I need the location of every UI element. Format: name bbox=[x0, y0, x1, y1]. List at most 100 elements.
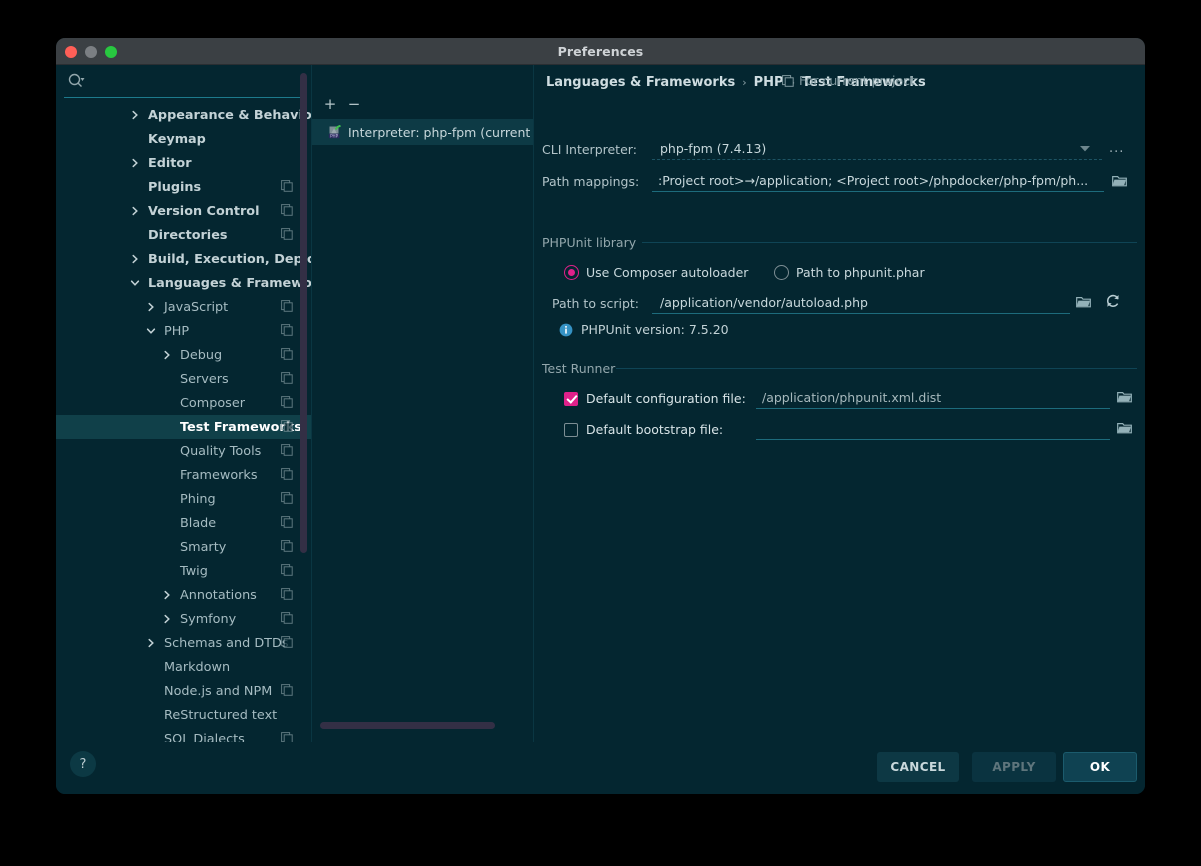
path-to-phar-radio[interactable] bbox=[774, 265, 789, 280]
cli-interpreter-more-button[interactable]: ... bbox=[1109, 141, 1124, 156]
default-bootstrap-file-option[interactable]: Default bootstrap file: bbox=[564, 422, 723, 437]
sidebar-item-javascript[interactable]: JavaScript bbox=[56, 295, 311, 319]
sidebar-item-label: Schemas and DTDs bbox=[164, 635, 289, 651]
sidebar-item-php[interactable]: PHP bbox=[56, 319, 311, 343]
copy-icon bbox=[281, 492, 293, 504]
sidebar-item-smarty[interactable]: Smarty bbox=[56, 535, 311, 559]
interpreter-list-item[interactable]: PHP Interpreter: php-fpm (current p bbox=[312, 119, 533, 145]
default-bootstrap-file-checkbox[interactable] bbox=[564, 422, 578, 437]
chevron-right-icon[interactable] bbox=[130, 206, 142, 216]
chevron-right-icon[interactable] bbox=[130, 254, 142, 264]
ok-button[interactable]: OK bbox=[1063, 752, 1137, 782]
add-interpreter-button[interactable]: + bbox=[320, 94, 340, 114]
sidebar-item-schemas-and-dtds[interactable]: Schemas and DTDs bbox=[56, 631, 311, 655]
sidebar-vertical-scrollbar[interactable] bbox=[300, 73, 307, 553]
sidebar-item-frameworks[interactable]: Frameworks bbox=[56, 463, 311, 487]
sidebar-item-phing[interactable]: Phing bbox=[56, 487, 311, 511]
copy-icon bbox=[281, 348, 293, 360]
sidebar-item-appearance-behavior[interactable]: Appearance & Behavior bbox=[56, 103, 311, 127]
chevron-down-icon[interactable] bbox=[130, 278, 142, 288]
cli-interpreter-label-wrap: CLI Interpreter: bbox=[542, 142, 637, 157]
search-row bbox=[64, 65, 303, 98]
sidebar-item-markdown[interactable]: Markdown bbox=[56, 655, 311, 679]
sidebar-item-editor[interactable]: Editor bbox=[56, 151, 311, 175]
copy-icon bbox=[281, 684, 293, 696]
sidebar-item-directories[interactable]: Directories bbox=[56, 223, 311, 247]
info-icon bbox=[559, 323, 573, 337]
interpreter-list-panel: + − PHP Interpreter: php-fpm (current p bbox=[312, 65, 534, 742]
breadcrumb-item[interactable]: Languages & Frameworks bbox=[546, 75, 735, 90]
interpreter-toolbar: + − bbox=[312, 93, 533, 115]
sidebar-item-build-execution-deployment[interactable]: Build, Execution, Deployment bbox=[56, 247, 311, 271]
sidebar-item-label: Twig bbox=[180, 563, 208, 579]
default-configuration-file-checkbox[interactable] bbox=[564, 391, 578, 406]
sidebar-item-label: Directories bbox=[148, 227, 228, 243]
default-configuration-file-option[interactable]: Default configuration file: bbox=[564, 391, 746, 406]
default-configuration-folder-icon[interactable] bbox=[1117, 390, 1132, 403]
test-runner-group-label: Test Runner bbox=[542, 361, 616, 376]
chevron-down-icon[interactable] bbox=[1079, 145, 1091, 153]
chevron-down-icon[interactable] bbox=[146, 326, 158, 336]
help-button[interactable]: ? bbox=[70, 751, 96, 777]
sidebar-item-test-frameworks[interactable]: Test Frameworks bbox=[56, 415, 311, 439]
chevron-right-icon[interactable] bbox=[130, 110, 142, 120]
default-configuration-file-value: /application/phpunit.xml.dist bbox=[762, 389, 942, 405]
copy-icon bbox=[281, 372, 293, 384]
sidebar-item-label: Keymap bbox=[148, 131, 206, 147]
remove-interpreter-button[interactable]: − bbox=[344, 94, 364, 114]
path-mappings-folder-icon[interactable] bbox=[1112, 174, 1127, 187]
copy-icon bbox=[782, 74, 794, 87]
sidebar-item-label: Smarty bbox=[180, 539, 227, 555]
interpreter-list: PHP Interpreter: php-fpm (current p bbox=[312, 119, 533, 720]
breadcrumb-separator: › bbox=[742, 75, 747, 89]
use-composer-autoloader-option[interactable]: Use Composer autoloader bbox=[564, 265, 748, 280]
sidebar-item-annotations[interactable]: Annotations bbox=[56, 583, 311, 607]
chevron-right-icon[interactable] bbox=[130, 158, 142, 168]
interpreter-horizontal-scrollbar[interactable] bbox=[320, 722, 495, 729]
chevron-right-icon[interactable] bbox=[146, 302, 158, 312]
chevron-right-icon[interactable] bbox=[162, 614, 174, 624]
default-configuration-file-field[interactable]: /application/phpunit.xml.dist bbox=[756, 386, 1110, 409]
default-bootstrap-folder-icon[interactable] bbox=[1117, 421, 1132, 434]
path-to-phar-option[interactable]: Path to phpunit.phar bbox=[774, 265, 925, 280]
sidebar-item-quality-tools[interactable]: Quality Tools bbox=[56, 439, 311, 463]
cancel-button[interactable]: CANCEL bbox=[877, 752, 959, 782]
refresh-icon[interactable] bbox=[1105, 293, 1121, 309]
copy-icon bbox=[281, 396, 293, 408]
sidebar-item-servers[interactable]: Servers bbox=[56, 367, 311, 391]
phpunit-library-group-label: PHPUnit library bbox=[542, 235, 637, 250]
chevron-right-icon[interactable] bbox=[162, 590, 174, 600]
sidebar-item-node-js-and-npm[interactable]: Node.js and NPM bbox=[56, 679, 311, 703]
sidebar-item-symfony[interactable]: Symfony bbox=[56, 607, 311, 631]
default-configuration-file-label: Default configuration file: bbox=[586, 391, 746, 406]
sidebar-item-version-control[interactable]: Version Control bbox=[56, 199, 311, 223]
path-mappings-field[interactable]: :Project root>→/application; <Project ro… bbox=[652, 170, 1104, 192]
sidebar-item-composer[interactable]: Composer bbox=[56, 391, 311, 415]
interpreter-list-item-label: Interpreter: php-fpm (current p bbox=[348, 124, 533, 140]
sidebar-item-label: Plugins bbox=[148, 179, 202, 195]
sidebar-item-twig[interactable]: Twig bbox=[56, 559, 311, 583]
test-frameworks-form: CLI Interpreter: php-fpm (7.4.13) ... Pa… bbox=[534, 97, 1145, 742]
cli-interpreter-select[interactable]: php-fpm (7.4.13) bbox=[652, 138, 1102, 160]
path-to-script-label: Path to script: bbox=[552, 296, 639, 311]
copy-icon bbox=[281, 228, 293, 240]
sidebar-item-languages-frameworks[interactable]: Languages & Frameworks bbox=[56, 271, 311, 295]
sidebar-item-restructured-text[interactable]: ReStructured text bbox=[56, 703, 311, 727]
chevron-right-icon[interactable] bbox=[162, 350, 174, 360]
sidebar-item-plugins[interactable]: Plugins bbox=[56, 175, 311, 199]
path-to-script-folder-icon[interactable] bbox=[1076, 295, 1091, 308]
chevron-right-icon[interactable] bbox=[146, 638, 158, 648]
copy-icon bbox=[281, 564, 293, 576]
sidebar-item-debug[interactable]: Debug bbox=[56, 343, 311, 367]
default-bootstrap-file-field[interactable] bbox=[756, 417, 1110, 440]
sidebar-item-keymap[interactable]: Keymap bbox=[56, 127, 311, 151]
breadcrumb-item[interactable]: PHP bbox=[754, 75, 784, 90]
sidebar-item-label: Annotations bbox=[180, 587, 257, 603]
phpunit-version-row: PHPUnit version: 7.5.20 bbox=[559, 322, 729, 337]
path-to-script-field[interactable]: /application/vendor/autoload.php bbox=[652, 291, 1070, 314]
sidebar-item-sol-dialects[interactable]: SOL Dialects bbox=[56, 727, 311, 742]
search-icon[interactable] bbox=[68, 73, 86, 89]
use-composer-autoloader-radio[interactable] bbox=[564, 265, 579, 280]
search-input[interactable] bbox=[94, 70, 299, 92]
sidebar-item-blade[interactable]: Blade bbox=[56, 511, 311, 535]
